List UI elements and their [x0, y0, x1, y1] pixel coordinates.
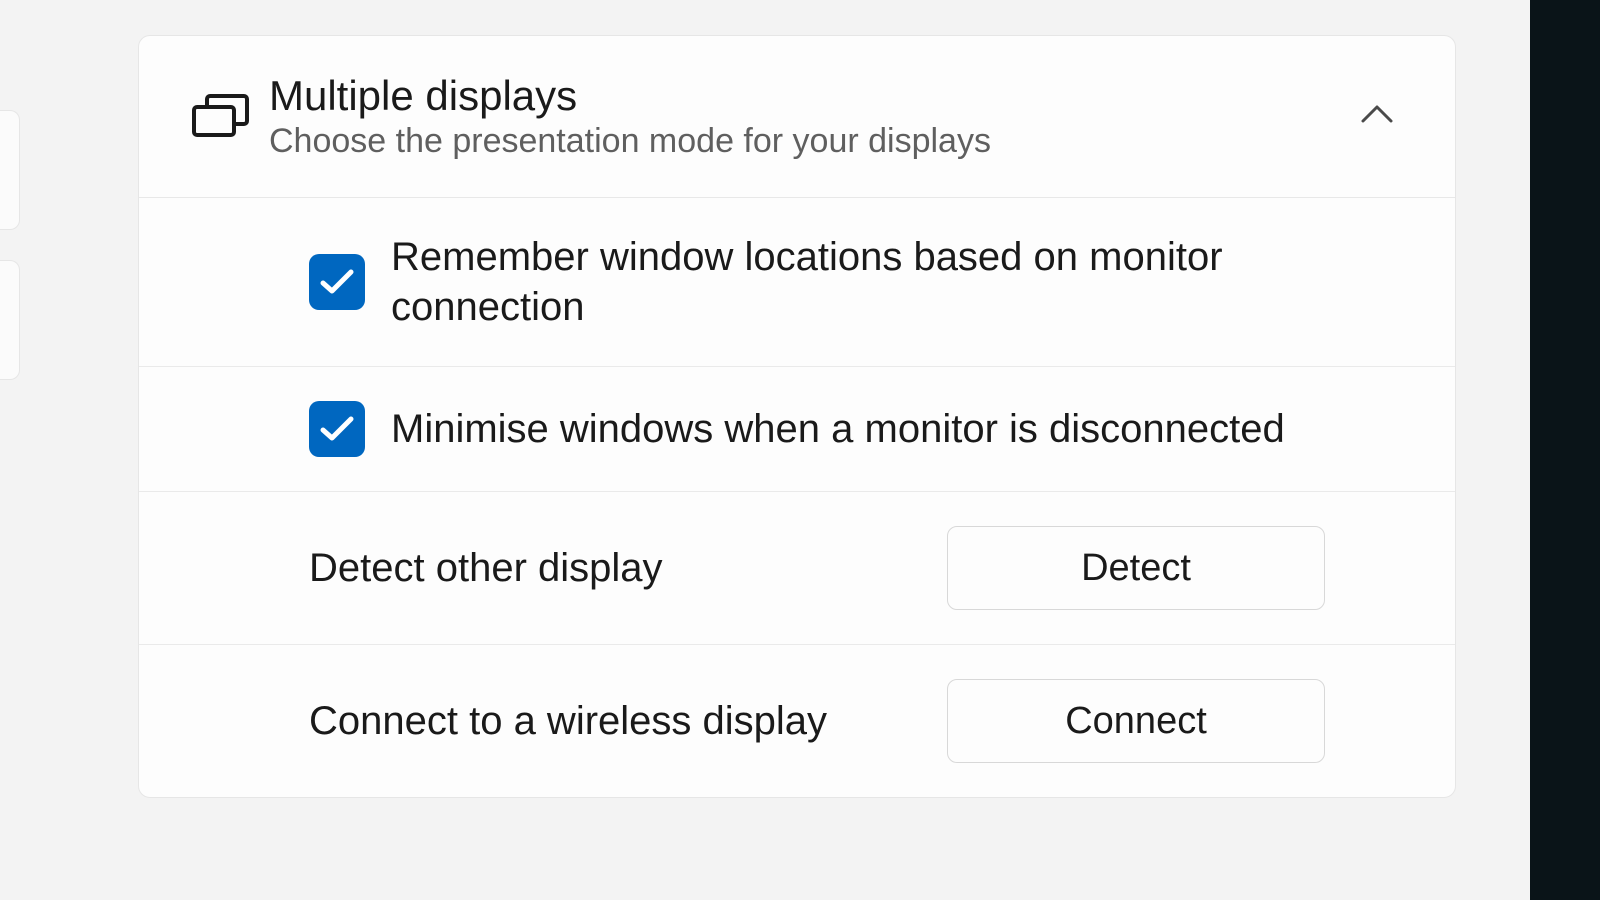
minimise-windows-checkbox[interactable] [309, 401, 365, 457]
checkmark-icon [319, 268, 355, 296]
remember-window-locations-row: Remember window locations based on monit… [139, 198, 1455, 367]
multiple-displays-card: Multiple displays Choose the presentatio… [138, 35, 1456, 798]
checkmark-icon [319, 415, 355, 443]
connect-wireless-label: Connect to a wireless display [309, 699, 827, 744]
chevron-up-icon [1359, 103, 1395, 130]
remember-window-locations-checkbox[interactable] [309, 254, 365, 310]
screen-edge [1530, 0, 1600, 900]
displays-icon [191, 92, 269, 142]
detect-display-row: Detect other display Detect [139, 492, 1455, 645]
remember-window-locations-label: Remember window locations based on monit… [391, 232, 1291, 332]
connect-button[interactable]: Connect [947, 679, 1325, 763]
multiple-displays-header[interactable]: Multiple displays Choose the presentatio… [139, 36, 1455, 198]
detect-display-label: Detect other display [309, 546, 663, 591]
section-subtitle: Choose the presentation mode for your di… [269, 122, 1359, 161]
detect-button[interactable]: Detect [947, 526, 1325, 610]
sidebar-item-stub[interactable] [0, 110, 20, 230]
minimise-windows-row: Minimise windows when a monitor is disco… [139, 367, 1455, 492]
minimise-windows-label: Minimise windows when a monitor is disco… [391, 404, 1285, 454]
sidebar-item-stub[interactable] [0, 260, 20, 380]
connect-wireless-row: Connect to a wireless display Connect [139, 645, 1455, 797]
section-title: Multiple displays [269, 72, 1359, 120]
